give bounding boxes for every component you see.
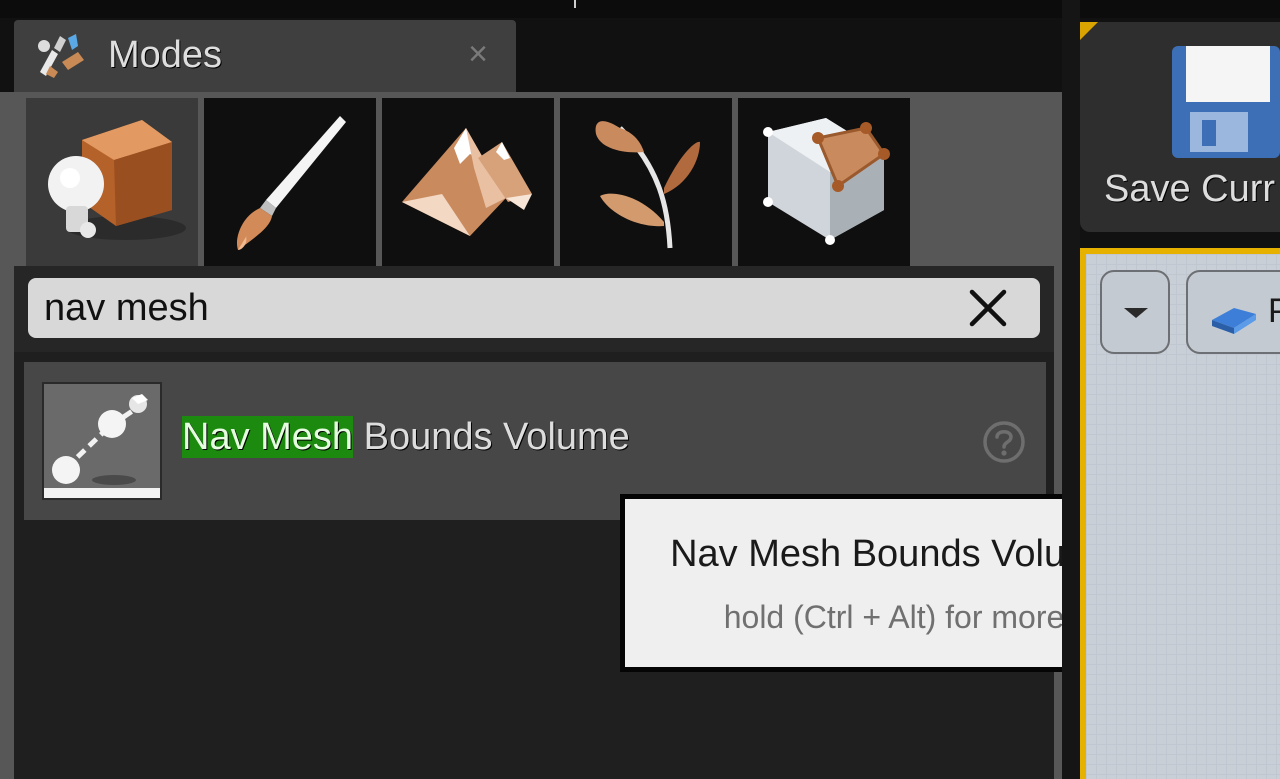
- geometry-mode-button[interactable]: [738, 98, 910, 268]
- modes-icon: [38, 34, 84, 78]
- clear-search-icon[interactable]: [966, 286, 1010, 330]
- floppy-disk-icon: [1172, 46, 1280, 158]
- geometry-cube-icon: [763, 118, 890, 245]
- leaves-icon: [595, 121, 700, 249]
- search-box[interactable]: [28, 278, 1040, 338]
- top-bar: [0, 0, 1280, 18]
- editor-window: Modes × nav mesh Nav Mesh Bounds Volume …: [0, 0, 1280, 779]
- search-input[interactable]: [44, 284, 944, 332]
- landscape-mode-button[interactable]: [382, 98, 554, 268]
- top-bar-marker: [574, 0, 576, 8]
- modes-tab[interactable]: Modes ×: [14, 20, 516, 92]
- nav-mesh-bounds-volume-icon: [42, 382, 162, 500]
- nav-mesh-thumbnail-graphic: [44, 394, 160, 498]
- result-label: Nav Mesh Bounds Volume: [182, 416, 630, 459]
- place-mode-button[interactable]: [26, 98, 198, 268]
- view-mode-letter: P: [1268, 292, 1280, 330]
- result-label-rest: Bounds Volume: [353, 416, 630, 458]
- paint-mode-button[interactable]: [204, 98, 376, 268]
- viewport-view-mode-button[interactable]: P: [1186, 270, 1280, 354]
- viewport-options-dropdown[interactable]: [1100, 270, 1170, 354]
- help-icon[interactable]: [982, 420, 1026, 464]
- save-current-label: Save Curr: [1104, 168, 1276, 210]
- search-highlight: Nav Mesh: [182, 416, 354, 458]
- perspective-view-icon: [1212, 308, 1256, 334]
- panel-divider[interactable]: [1062, 0, 1080, 779]
- foliage-mode-button[interactable]: [560, 98, 732, 268]
- paintbrush-icon: [236, 116, 346, 250]
- close-icon[interactable]: ×: [460, 36, 496, 72]
- place-mode-icon: [48, 120, 186, 240]
- mountains-icon: [402, 128, 532, 236]
- corner-marker: [1080, 22, 1098, 40]
- chevron-down-icon: [1124, 308, 1148, 318]
- modes-tab-title: Modes: [108, 34, 223, 76]
